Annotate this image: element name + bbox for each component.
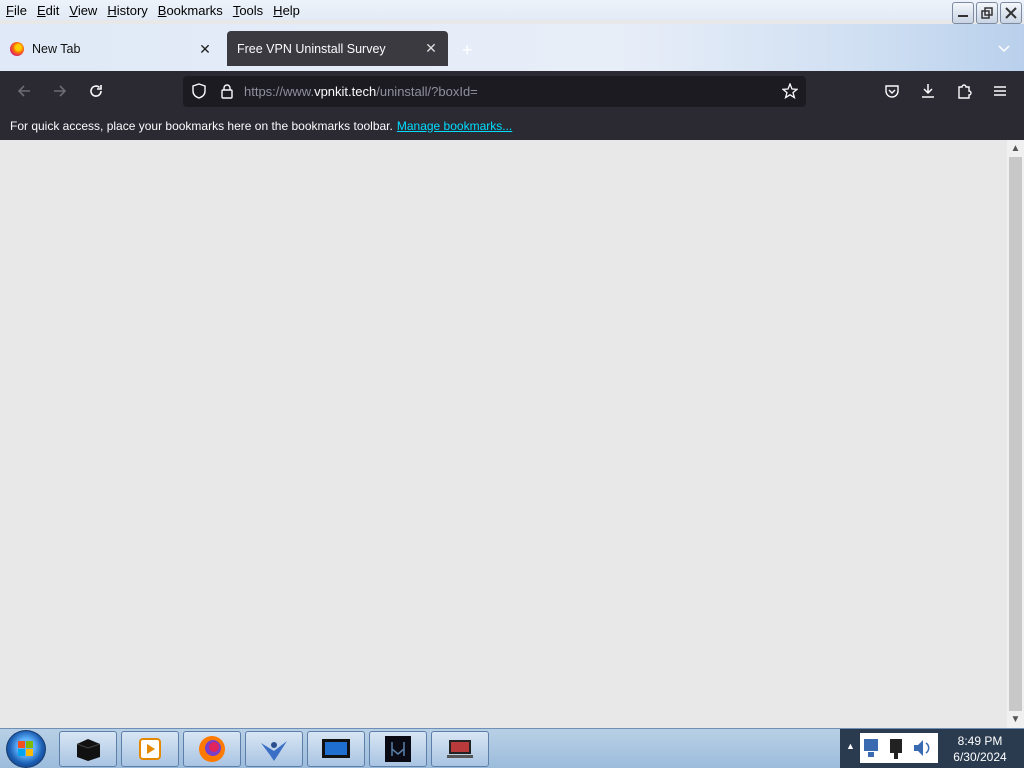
pocket-icon: [885, 85, 899, 98]
taskbar-app-black-box[interactable]: [59, 731, 117, 767]
menu-button[interactable]: [990, 81, 1010, 101]
volume-icon[interactable]: [914, 740, 930, 756]
network-icon[interactable]: [864, 739, 878, 757]
menu-history[interactable]: History: [107, 3, 147, 18]
vertical-scrollbar[interactable]: ▲ ▼: [1007, 140, 1024, 728]
bird-app-icon: [261, 741, 287, 761]
restore-icon: [981, 7, 993, 19]
pocket-button[interactable]: [882, 81, 902, 101]
taskbar-app-firefox[interactable]: [183, 731, 241, 767]
reload-icon: [90, 85, 102, 97]
tab-vpn-survey[interactable]: Free VPN Uninstall Survey ✕: [227, 31, 448, 66]
bookmarks-hint: For quick access, place your bookmarks h…: [10, 118, 393, 133]
close-icon: [1005, 7, 1017, 19]
window-controls: [952, 2, 1022, 24]
download-icon: [922, 84, 934, 98]
menu-help[interactable]: Help: [273, 3, 300, 18]
monitor-icon: [322, 739, 350, 758]
system-tray: ▲ 8:49 PM 6/30/2024: [840, 729, 1024, 768]
bookmark-star-icon[interactable]: [781, 82, 799, 102]
taskbar: ▲ 8:49 PM 6/30/2024: [0, 728, 1024, 768]
windows-logo-icon: [18, 741, 33, 756]
dark-app-icon: [385, 736, 411, 762]
back-button[interactable]: [14, 81, 34, 101]
manage-bookmarks-link[interactable]: Manage bookmarks...: [397, 119, 512, 133]
url-prefix: https://www.: [244, 84, 315, 99]
menu-edit[interactable]: Edit: [37, 3, 59, 18]
menu-view[interactable]: View: [69, 3, 97, 18]
downloads-button[interactable]: [918, 81, 938, 101]
back-arrow-icon: [17, 85, 30, 97]
lock-icon[interactable]: [219, 83, 235, 102]
menu-bar: File Edit View History Bookmarks Tools H…: [0, 0, 1024, 24]
minimize-icon: [958, 15, 968, 17]
chevron-down-icon[interactable]: [998, 42, 1010, 56]
reload-button[interactable]: [86, 81, 106, 101]
tab-strip: New Tab ✕ Free VPN Uninstall Survey ✕ +: [0, 24, 1024, 71]
tray-expand-icon[interactable]: ▲: [846, 741, 855, 751]
new-tab-icon[interactable]: +: [462, 40, 473, 61]
firefox-icon: [10, 42, 24, 56]
tab-title: New Tab: [32, 42, 81, 56]
close-tab-icon[interactable]: ✕: [198, 41, 212, 58]
tray-icons: [860, 733, 938, 763]
media-player-icon: [139, 738, 161, 760]
taskbar-app-media[interactable]: [121, 731, 179, 767]
navigation-bar: https://www.vpnkit.tech/uninstall/?boxId…: [0, 71, 1024, 111]
start-button[interactable]: [6, 730, 46, 768]
clock[interactable]: 8:49 PM 6/30/2024: [940, 733, 1020, 765]
restore-button[interactable]: [976, 2, 998, 24]
menu-file[interactable]: File: [6, 3, 27, 18]
close-window-button[interactable]: [1000, 2, 1022, 24]
forward-arrow-icon: [54, 85, 67, 97]
taskbar-app-bird[interactable]: [245, 731, 303, 767]
clock-time: 8:49 PM: [957, 734, 1003, 748]
page-content: [0, 140, 1007, 728]
puzzle-icon: [958, 84, 972, 99]
url-path: /uninstall/?boxId=: [376, 84, 478, 99]
url-text[interactable]: https://www.vpnkit.tech/uninstall/?boxId…: [244, 84, 478, 99]
shield-icon[interactable]: [191, 83, 207, 102]
laptop-icon: [447, 740, 473, 758]
scroll-up-icon[interactable]: ▲: [1007, 140, 1024, 157]
menu-bookmarks[interactable]: Bookmarks: [158, 3, 223, 18]
flag-icon[interactable]: [890, 739, 902, 759]
bookmarks-toolbar: For quick access, place your bookmarks h…: [0, 111, 1024, 140]
close-tab-icon[interactable]: ✕: [424, 40, 438, 57]
extensions-button[interactable]: [954, 81, 974, 101]
forward-button[interactable]: [50, 81, 70, 101]
hamburger-icon: [994, 86, 1006, 96]
taskbar-app-dark[interactable]: [369, 731, 427, 767]
tab-new-tab[interactable]: New Tab ✕: [0, 32, 222, 66]
taskbar-app-laptop[interactable]: [431, 731, 489, 767]
firefox-icon: [199, 736, 225, 762]
tab-title: Free VPN Uninstall Survey: [237, 41, 386, 56]
clock-date: 6/30/2024: [953, 750, 1007, 764]
address-bar[interactable]: https://www.vpnkit.tech/uninstall/?boxId…: [183, 76, 806, 107]
scrollbar-thumb[interactable]: [1009, 157, 1022, 711]
black-box-icon: [76, 739, 101, 761]
url-host: vpnkit.tech: [314, 84, 377, 99]
menu-tools[interactable]: Tools: [233, 3, 263, 18]
scroll-down-icon[interactable]: ▼: [1007, 711, 1024, 728]
minimize-button[interactable]: [952, 2, 974, 24]
taskbar-app-monitor[interactable]: [307, 731, 365, 767]
